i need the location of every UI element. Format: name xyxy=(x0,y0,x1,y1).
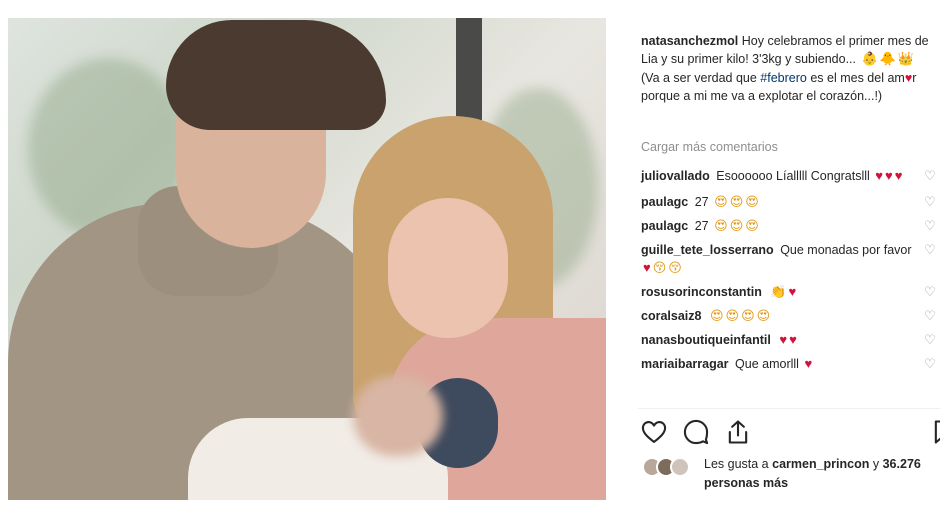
caption-text: (Va a ser verdad que xyxy=(641,70,757,85)
clapping-emoji-icon: 👏 xyxy=(770,284,787,299)
comment-item: guille_tete_losserrano Que monadas por f… xyxy=(641,241,940,277)
save-button[interactable] xyxy=(930,418,940,448)
comment-item: rosusorinconstantin 👏 ♥ ♡ xyxy=(641,283,940,301)
kissing-emoji-icon: 😚 xyxy=(668,260,682,275)
comment-username[interactable]: paulagc xyxy=(641,219,688,233)
comment-username[interactable]: juliovallado xyxy=(641,169,710,183)
comment-text: 27 xyxy=(694,195,709,209)
comment-item: coralsaiz8 😍 😍 😍 😍 ♡ xyxy=(641,307,940,325)
comment-like-heart-icon[interactable]: ♡ xyxy=(923,243,937,257)
heart-eyes-emoji-icon: 😍 xyxy=(709,308,724,323)
photo-man-hair xyxy=(166,20,386,130)
comment-like-heart-icon[interactable]: ♡ xyxy=(923,309,937,323)
comment-like-heart-icon[interactable]: ♡ xyxy=(923,285,937,299)
comment-text: Que amorlll xyxy=(735,357,799,371)
caption-username[interactable]: natasanchezmol xyxy=(641,34,738,48)
comment-item: paulagc 27 😍 😍 😍 ♡ xyxy=(641,217,940,235)
heart-emoji-icon: ♥ xyxy=(788,284,797,299)
heart-eyes-emoji-icon: 😍 xyxy=(729,194,744,209)
speech-bubble-icon xyxy=(683,419,709,445)
heart-eyes-emoji-icon: 😍 xyxy=(745,194,759,209)
likes-prefix: Les gusta a xyxy=(704,457,769,471)
comment-username[interactable]: mariaibarragar xyxy=(641,357,729,371)
crown-emoji-icon: 👑 xyxy=(897,51,915,67)
share-button[interactable] xyxy=(724,418,754,448)
post-photo[interactable] xyxy=(8,18,606,500)
heart-icon xyxy=(641,421,667,443)
post-side-panel: natasanchezmol Hoy celebramos el primer … xyxy=(618,0,940,529)
comment-text: Que monadas por favor xyxy=(780,243,912,257)
likes-text: Les gusta a carmen_princon y 36.276 pers… xyxy=(704,455,934,493)
heart-eyes-emoji-icon: 😍 xyxy=(745,218,759,233)
comment-like-heart-icon[interactable]: ♡ xyxy=(923,195,937,209)
comments-list: juliovallado Esoooooo Líalllll Congratsl… xyxy=(641,167,940,373)
chick-emoji-icon: 🐥 xyxy=(879,51,896,67)
comment-username[interactable]: rosusorinconstantin xyxy=(641,285,762,299)
post-caption: natasanchezmol Hoy celebramos el primer … xyxy=(641,32,931,106)
heart-emoji-icon: ♥ xyxy=(894,168,903,183)
comment-like-heart-icon[interactable]: ♡ xyxy=(923,169,937,183)
like-button[interactable] xyxy=(640,418,670,448)
photo-baby-blurred-face xyxy=(353,376,443,456)
heart-eyes-emoji-icon: 😍 xyxy=(714,218,728,233)
comment-like-heart-icon[interactable]: ♡ xyxy=(923,333,937,347)
comment-username[interactable]: nanasboutiqueinfantil xyxy=(641,333,771,347)
kissing-emoji-icon: 😚 xyxy=(652,260,667,275)
comment-item: nanasboutiqueinfantil ♥ ♥ ♡ xyxy=(641,331,940,349)
baby-emoji-icon: 👶 xyxy=(861,51,878,67)
heart-emoji-icon: ♥ xyxy=(885,168,893,183)
heart-emoji-icon: ♥ xyxy=(779,332,788,347)
comment-text: 27 xyxy=(694,219,709,233)
load-more-comments-link[interactable]: Cargar más comentarios xyxy=(641,140,778,154)
heart-eyes-emoji-icon: 😍 xyxy=(741,308,755,323)
comment-like-heart-icon[interactable]: ♡ xyxy=(923,219,937,233)
comment-like-heart-icon[interactable]: ♡ xyxy=(923,357,937,371)
post-actions-bar xyxy=(640,418,940,450)
share-icon xyxy=(728,420,748,444)
caption-text: es el mes del am xyxy=(810,70,905,85)
heart-emoji-icon: ♥ xyxy=(643,260,651,275)
photo-woman-face xyxy=(388,198,508,338)
heart-eyes-emoji-icon: 😍 xyxy=(725,308,740,323)
comment-item: mariaibarragar Que amorlll ♥ ♡ xyxy=(641,355,940,373)
comment-item: paulagc 27 😍 😍 😍 ♡ xyxy=(641,193,940,211)
heart-eyes-emoji-icon: 😍 xyxy=(756,308,771,323)
heart-emoji-icon: ♥ xyxy=(875,168,884,183)
heart-eyes-emoji-icon: 😍 xyxy=(714,194,728,209)
comment-username[interactable]: paulagc xyxy=(641,195,688,209)
bookmark-icon xyxy=(934,420,940,444)
caption-hashtag[interactable]: #febrero xyxy=(760,71,807,85)
comment-username[interactable]: coralsaiz8 xyxy=(641,309,701,323)
heart-emoji-icon: ♥ xyxy=(789,332,797,347)
heart-emoji-icon: ♥ xyxy=(804,356,813,371)
post-photo-frame xyxy=(0,0,618,529)
heart-eyes-emoji-icon: 😍 xyxy=(729,218,744,233)
comment-username[interactable]: guille_tete_losserrano xyxy=(641,243,774,257)
actions-divider xyxy=(638,408,940,409)
likes-middle: y xyxy=(872,457,880,471)
comment-item: juliovallado Esoooooo Líalllll Congratsl… xyxy=(641,167,940,185)
likes-username[interactable]: carmen_princon xyxy=(772,457,869,471)
comment-button[interactable] xyxy=(682,418,712,448)
avatar[interactable] xyxy=(670,457,690,477)
comment-text: Esoooooo Líalllll Congratslll xyxy=(716,169,870,183)
liker-avatars xyxy=(642,457,700,477)
